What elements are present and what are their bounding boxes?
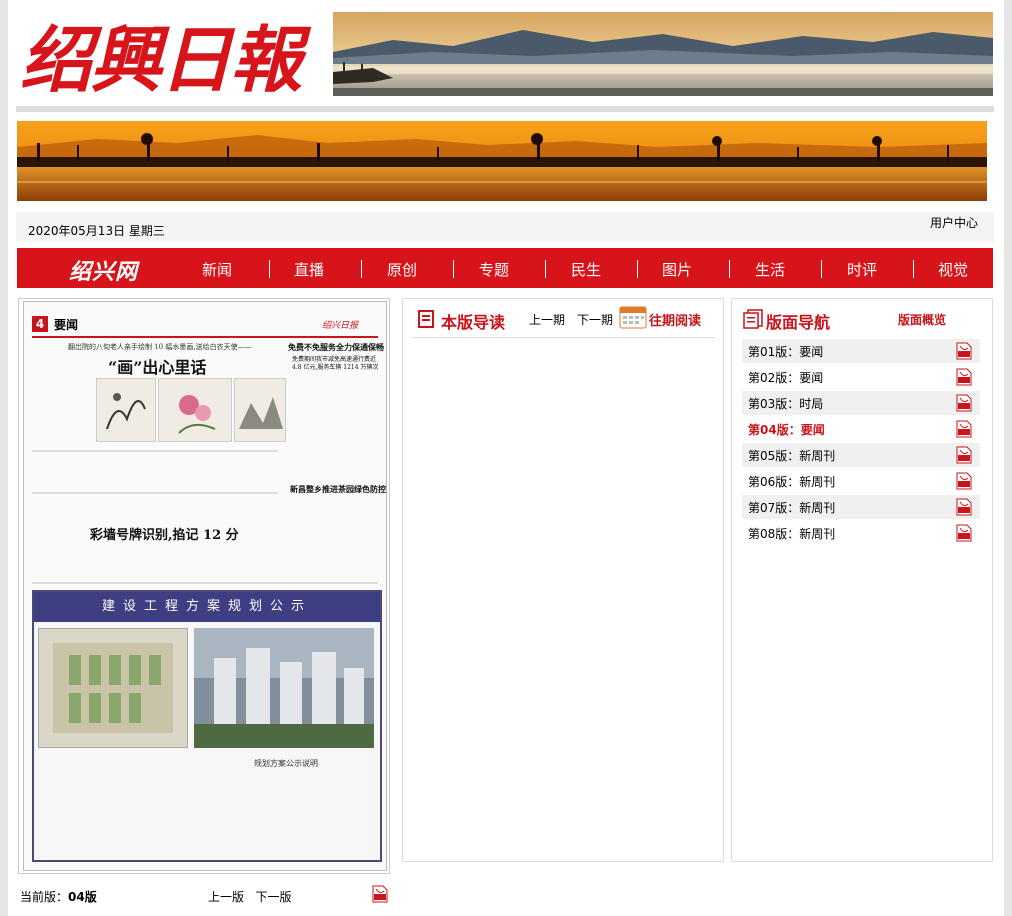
pdf-icon[interactable] xyxy=(956,420,972,442)
ad-subtitle: 规划方案公示说明 xyxy=(254,759,318,768)
edition-item-label[interactable]: 第07版：新周刊 xyxy=(748,499,835,516)
edition-item[interactable]: 第03版：时局 xyxy=(742,391,980,415)
side-article-headline-2[interactable]: 新昌整乡推进茶园绿色防控 xyxy=(290,484,386,495)
page: 绍興日報 2020年05月13日 星期三 用户中心 绍兴网 新闻 直播 原创 专… xyxy=(8,0,1004,916)
nav-separator xyxy=(913,260,914,278)
issue-date: 2020年05月13日 星期三 xyxy=(28,224,165,238)
edition-item-label[interactable]: 第03版：时局 xyxy=(748,395,823,412)
flower-painting-image xyxy=(158,378,232,442)
edition-item-label[interactable]: 第01版：要闻 xyxy=(748,343,823,360)
paper-brand: 绍兴日报 xyxy=(321,321,358,331)
side-article-deck: 免费期间我市减免高速通行费近 4.8 亿元,服务车辆 1214 万辆次 xyxy=(292,356,379,371)
nav-item-livelihood[interactable]: 民生 xyxy=(571,259,601,280)
calendar-icon[interactable] xyxy=(619,303,647,329)
pdf-icon[interactable] xyxy=(956,342,972,364)
pdf-icon[interactable] xyxy=(956,472,972,494)
nav-item-visual[interactable]: 视觉 xyxy=(938,259,968,280)
current-edition: 当前版：04版 xyxy=(20,888,97,905)
site-logo-text: 绍興日報 xyxy=(20,17,302,102)
sunset-banner xyxy=(17,121,987,201)
site-plan-image xyxy=(38,628,188,748)
newspaper-page-frame: 4 要闻 绍兴日报 翻岀院的八旬老人亲手绘制 10 幅水墨画,送给白衣天使—— … xyxy=(18,298,390,874)
edition-item[interactable]: 第07版：新周刊 xyxy=(742,495,980,519)
paper-page-header: 4 要闻 绍兴日报 xyxy=(32,316,378,338)
nav-separator xyxy=(269,260,270,278)
paper-rule xyxy=(32,450,278,452)
article-headline-2[interactable]: 彩墙号牌识别,掐记 12 分 xyxy=(90,524,239,543)
edition-item[interactable]: 第05版：新周刊 xyxy=(742,443,980,467)
nav-logo[interactable]: 绍兴网 xyxy=(69,254,138,286)
edition-item[interactable]: 第06版：新周刊 xyxy=(742,469,980,493)
paper-section-name: 要闻 xyxy=(54,318,79,332)
site-logo[interactable]: 绍興日報 xyxy=(20,16,320,102)
header-banner-lake xyxy=(333,12,993,96)
edition-item[interactable]: 第01版：要闻 xyxy=(742,339,980,363)
landscape-painting-image xyxy=(234,378,286,442)
reading-guide-panel: 本版导读 上一期 下一期 往期阅读 xyxy=(402,298,724,862)
article-deck: 翻岀院的八旬老人亲手绘制 10 幅水墨画,送给白衣天使—— xyxy=(68,343,252,351)
book-icon xyxy=(418,310,434,328)
main-nav: 绍兴网 新闻 直播 原创 专题 民生 图片 生活 时评 视觉 xyxy=(17,248,993,288)
guide-divider xyxy=(411,337,715,338)
current-edition-value: 04版 xyxy=(68,890,97,904)
building-render-image xyxy=(194,628,374,748)
edition-item[interactable]: 第08版：新周刊 xyxy=(742,521,980,545)
nav-separator xyxy=(453,260,454,278)
nav-item-live[interactable]: 直播 xyxy=(294,259,324,280)
newspaper-page-image[interactable]: 4 要闻 绍兴日报 翻岀院的八旬老人亲手绘制 10 幅水墨画,送给白衣天使—— … xyxy=(23,301,387,871)
side-article-headline[interactable]: 免费不免服务全力保通保畅 xyxy=(288,342,384,353)
pdf-icon[interactable] xyxy=(956,524,972,546)
edition-item[interactable]: 第04版：要闻 xyxy=(742,417,980,441)
pdf-icon[interactable] xyxy=(372,885,388,907)
pages-icon xyxy=(743,309,763,329)
reading-guide-title: 本版导读 xyxy=(441,313,506,332)
current-edition-label: 当前版： xyxy=(20,890,69,904)
nav-separator xyxy=(729,260,730,278)
prev-edition-link[interactable]: 上一版 xyxy=(208,890,244,904)
edition-item-label[interactable]: 第08版：新周刊 xyxy=(748,525,835,542)
nav-separator xyxy=(545,260,546,278)
pdf-icon[interactable] xyxy=(956,446,972,468)
edition-overview-link[interactable]: 版面概览 xyxy=(898,311,946,328)
pdf-icon[interactable] xyxy=(956,498,972,520)
nav-item-life[interactable]: 生活 xyxy=(755,259,785,280)
pdf-icon[interactable] xyxy=(956,394,972,416)
nav-item-photos[interactable]: 图片 xyxy=(662,259,692,280)
nav-separator xyxy=(821,260,822,278)
nav-item-news[interactable]: 新闻 xyxy=(202,259,232,280)
ink-painting-image xyxy=(96,378,156,442)
nav-item-original[interactable]: 原创 xyxy=(387,259,417,280)
nav-separator xyxy=(637,260,638,278)
next-issue-link[interactable]: 下一期 xyxy=(577,311,613,328)
nav-item-commentary[interactable]: 时评 xyxy=(847,259,877,280)
edition-item-label[interactable]: 第05版：新周刊 xyxy=(748,447,835,464)
edition-nav-panel: 版面导航 版面概览 第01版：要闻 第02版：要闻 第03版：时局 第04版：要闻 第0… xyxy=(731,298,993,862)
planning-notice-ad[interactable]: 建设工程方案规划公示 规划方案公示说明 xyxy=(32,590,382,862)
edition-item[interactable]: 第02版：要闻 xyxy=(742,365,980,389)
nav-item-topics[interactable]: 专题 xyxy=(479,259,509,280)
edition-pager: 上一版 下一版 xyxy=(208,888,291,905)
paper-rule xyxy=(32,492,278,494)
edition-item-label[interactable]: 第02版：要闻 xyxy=(748,369,823,386)
user-center-link[interactable]: 用户中心 xyxy=(930,214,978,231)
nav-separator xyxy=(361,260,362,278)
prev-issue-link[interactable]: 上一期 xyxy=(529,311,565,328)
edition-nav-title: 版面导航 xyxy=(766,313,831,332)
edition-item-label[interactable]: 第06版：新周刊 xyxy=(748,473,835,490)
pdf-icon[interactable] xyxy=(956,368,972,390)
ad-title: 建设工程方案规划公示 xyxy=(34,592,380,622)
past-reading-link[interactable]: 往期阅读 xyxy=(649,310,701,329)
header-divider xyxy=(16,106,994,112)
paper-rule xyxy=(32,582,378,584)
paper-page-number: 4 xyxy=(32,316,48,332)
article-headline[interactable]: “画”出心里话 xyxy=(108,354,206,378)
next-edition-link[interactable]: 下一版 xyxy=(255,890,291,904)
edition-item-label[interactable]: 第04版：要闻 xyxy=(748,421,825,438)
